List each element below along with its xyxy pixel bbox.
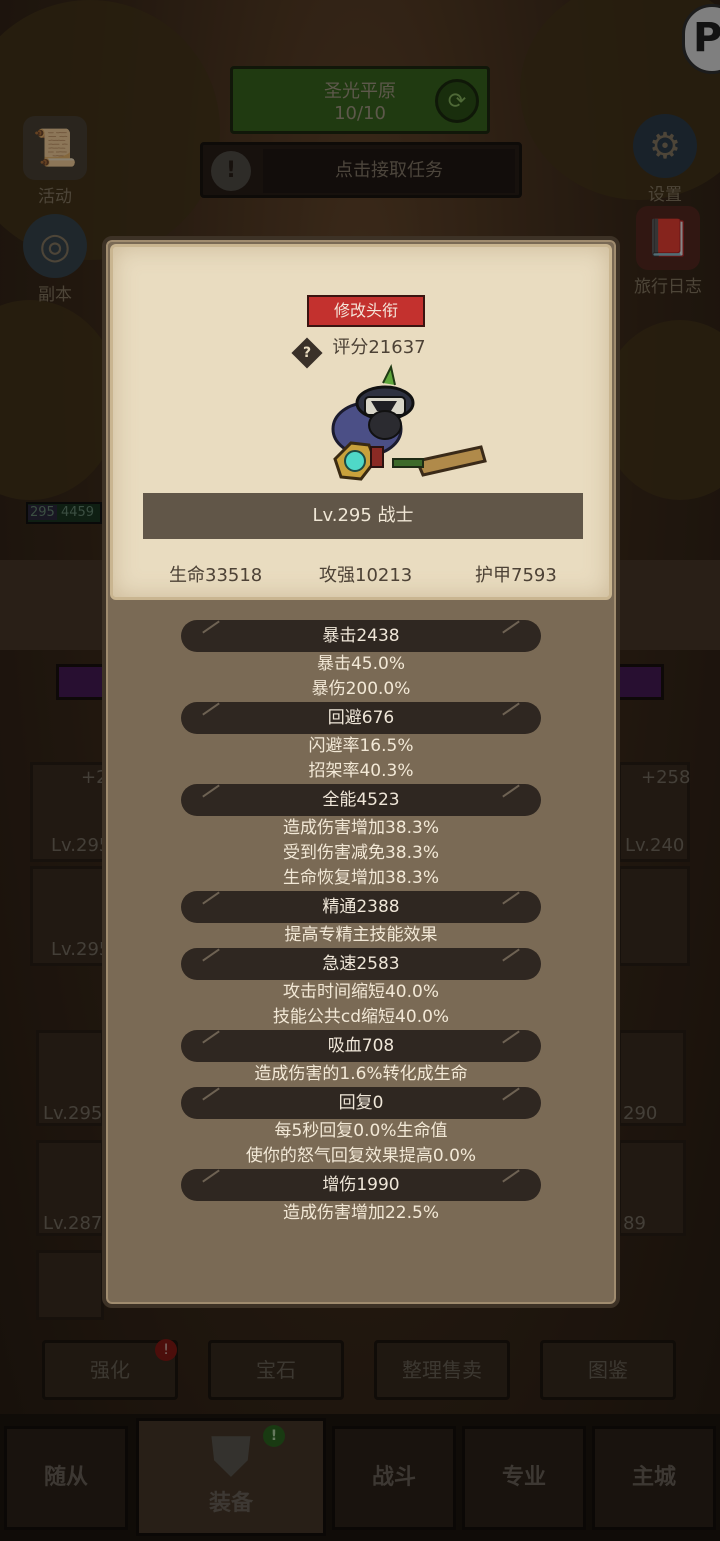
stat-header: 暴击2438 [181, 620, 541, 652]
character-stats-panel: 修改头衔 ? 评分21637 Lv.295 战士 生命33518 攻强10213 … [102, 236, 620, 1308]
stat-header: 回复0 [181, 1087, 541, 1119]
stat-detail: 造成伤害的1.6%转化成生命 [254, 1064, 468, 1084]
stat-header: 吸血708 [181, 1030, 541, 1062]
stat-header: 全能4523 [181, 784, 541, 816]
stat-detail: 使你的怒气回复效果提高0.0% [245, 1146, 477, 1166]
stat-header: 急速2583 [181, 948, 541, 980]
stat-detail: 生命恢复增加38.3% [282, 868, 439, 888]
stat-detail: 暴伤200.0% [311, 679, 411, 699]
stat-detail: 技能公共cd缩短40.0% [272, 1007, 450, 1027]
stat-detail: 闪避率16.5% [308, 736, 414, 756]
secondary-stats-list: 暴击2438 暴击45.0% 暴伤200.0% 回避676 闪避率16.5% 招… [106, 620, 616, 1226]
stat-detail: 暴击45.0% [316, 654, 405, 674]
stat-detail: 造成伤害增加38.3% [282, 818, 439, 838]
stat-detail: 每5秒回复0.0%生命值 [274, 1121, 448, 1141]
stat-header: 回避676 [181, 702, 541, 734]
change-title-button[interactable]: 修改头衔 [307, 295, 425, 327]
stat-armor: 护甲7593 [475, 565, 557, 586]
stat-hp: 生命33518 [169, 565, 263, 586]
level-class-band: Lv.295 战士 [143, 493, 583, 539]
stat-detail: 提高专精主技能效果 [284, 925, 438, 945]
stat-detail: 受到伤害减免38.3% [282, 843, 439, 863]
stat-header: 增伤1990 [181, 1169, 541, 1201]
stat-header: 精通2388 [181, 891, 541, 923]
character-card: 修改头衔 ? 评分21637 Lv.295 战士 生命33518 攻强10213 … [110, 244, 612, 600]
stat-attack: 攻强10213 [319, 565, 413, 586]
score-value: 评分21637 [332, 337, 426, 358]
warrior-character-sprite [331, 364, 487, 481]
stat-detail: 造成伤害增加22.5% [282, 1203, 439, 1223]
stat-detail: 招架率40.3% [308, 761, 414, 781]
stat-detail: 攻击时间缩短40.0% [282, 982, 439, 1002]
score-row: ? 评分21637 [113, 333, 609, 369]
